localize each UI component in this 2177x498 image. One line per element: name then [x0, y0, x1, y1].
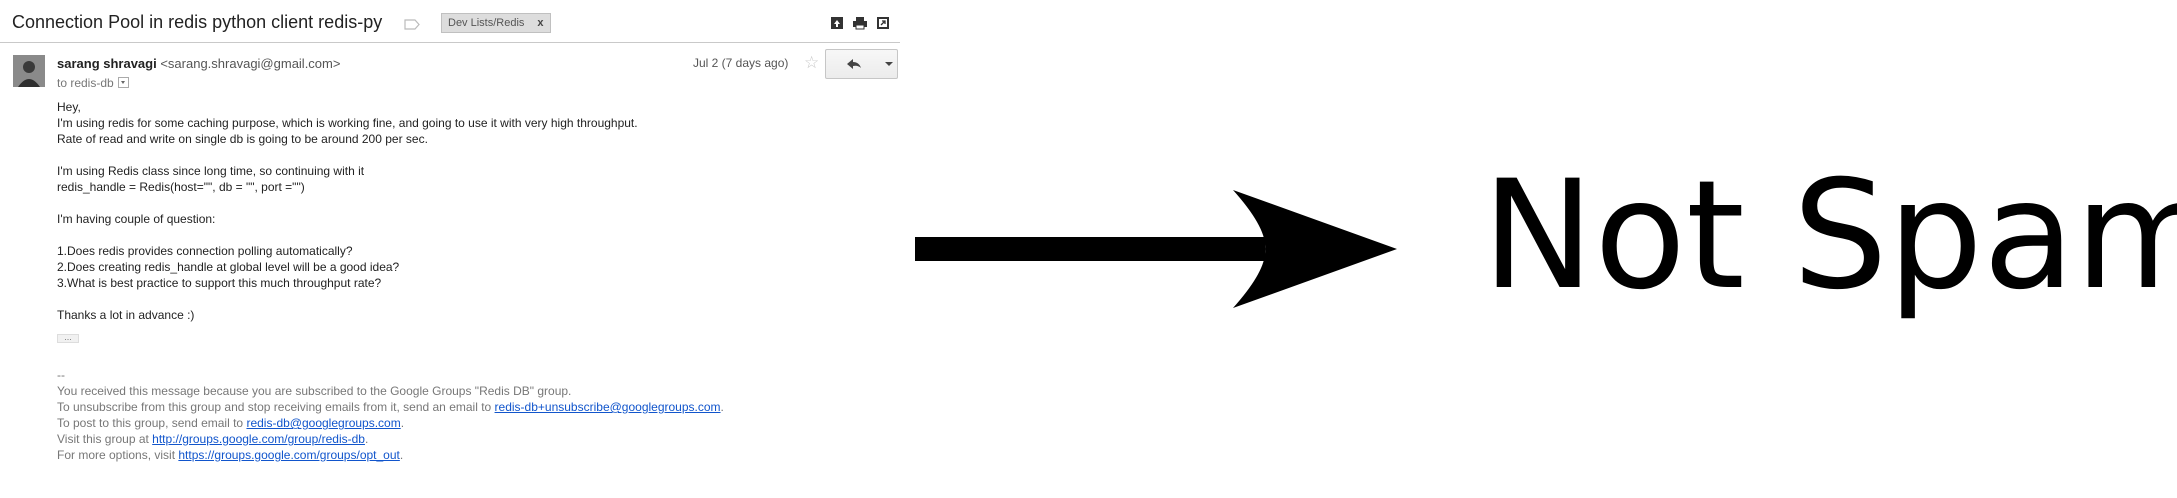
reply-button[interactable] [825, 49, 881, 79]
footer-text: . [720, 400, 724, 414]
recipient-text: to redis-db [57, 76, 114, 90]
star-icon[interactable]: ☆ [804, 53, 819, 73]
footer-text: For more options, visit [57, 448, 179, 462]
message-footer: -- You received this message because you… [57, 367, 724, 463]
post-email-link[interactable]: redis-db@googlegroups.com [246, 416, 400, 430]
footer-line: To post to this group, send email to red… [57, 415, 724, 431]
body-line [57, 227, 638, 243]
avatar[interactable] [13, 55, 45, 87]
email-view: Connection Pool in redis python client r… [0, 0, 900, 498]
footer-text: . [364, 432, 369, 446]
reply-icon [847, 59, 861, 69]
unsubscribe-link[interactable]: redis-db+unsubscribe@googlegroups.com [495, 400, 721, 414]
footer-separator: -- [57, 368, 65, 382]
sender-line: sarang shravagi <sarang.shravagi@gmail.c… [57, 56, 340, 71]
body-line [57, 291, 638, 307]
footer-text: . [399, 448, 404, 462]
body-line: I'm using redis for some caching purpose… [57, 116, 638, 130]
sender-email: <sarang.shravagi@gmail.com> [160, 56, 341, 71]
right-arrow-icon [915, 188, 1400, 315]
footer-text: To unsubscribe from this group and stop … [57, 400, 495, 414]
sender-name[interactable]: sarang shravagi [57, 56, 157, 71]
body-line: redis_handle = Redis(host="", db = "", p… [57, 180, 305, 194]
body-line: Hey, [57, 100, 81, 114]
body-line: I'm using Redis class since long time, s… [57, 164, 365, 178]
more-actions-button[interactable] [880, 49, 898, 79]
body-line: Thanks a lot in advance :) [57, 308, 195, 322]
body-line: 3.What is best practice to support this … [57, 276, 382, 290]
footer-text: . [400, 416, 405, 430]
body-line: 1.Does redis provides connection polling… [57, 244, 353, 258]
group-link[interactable]: http://groups.google.com/group/redis-db [152, 432, 365, 446]
body-line: Rate of read and write on single db is g… [57, 132, 428, 146]
archive-icon[interactable] [829, 15, 845, 31]
message-date[interactable]: Jul 2 (7 days ago) [693, 56, 788, 70]
footer-line: For more options, visit https://groups.g… [57, 447, 724, 463]
recipient-line: to redis-db [57, 76, 129, 90]
message-body: Hey, I'm using redis for some caching pur… [57, 99, 638, 323]
new-window-icon[interactable] [875, 15, 891, 31]
label-chip[interactable]: Dev Lists/Redis x [441, 13, 551, 33]
body-line [57, 195, 638, 211]
email-subject: Connection Pool in redis python client r… [12, 12, 383, 32]
body-line: I'm having couple of question: [57, 212, 216, 226]
print-icon[interactable] [852, 15, 868, 31]
footer-text: Visit this group at [57, 432, 153, 446]
remove-label-button[interactable]: x [537, 17, 543, 29]
show-details-icon[interactable] [117, 77, 129, 88]
footer-line: Visit this group at http://groups.google… [57, 431, 724, 447]
label-icon[interactable] [404, 17, 420, 30]
subject-bar: Connection Pool in redis python client r… [0, 0, 900, 43]
footer-line: To unsubscribe from this group and stop … [57, 399, 724, 415]
show-trimmed-content-button[interactable]: ... [57, 333, 79, 343]
annotation-text: Not Spam [1482, 149, 2177, 323]
label-chip-text: Dev Lists/Redis [448, 17, 525, 29]
footer-text: To post to this group, send email to [57, 416, 247, 430]
body-line [57, 147, 638, 163]
body-line: 2.Does creating redis_handle at global l… [57, 260, 400, 274]
opt-out-link[interactable]: https://groups.google.com/groups/opt_out [178, 448, 399, 462]
footer-line: You received this message because you ar… [57, 384, 572, 398]
